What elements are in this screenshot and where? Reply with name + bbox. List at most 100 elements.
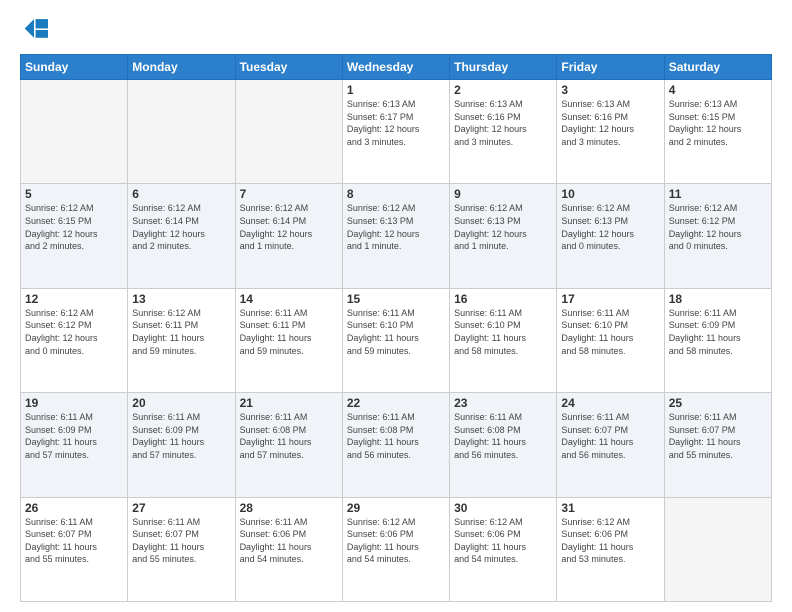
calendar-cell: [128, 80, 235, 184]
calendar-cell: 23Sunrise: 6:11 AM Sunset: 6:08 PM Dayli…: [450, 393, 557, 497]
day-info: Sunrise: 6:12 AM Sunset: 6:06 PM Dayligh…: [561, 516, 659, 566]
calendar-cell: 1Sunrise: 6:13 AM Sunset: 6:17 PM Daylig…: [342, 80, 449, 184]
day-info: Sunrise: 6:12 AM Sunset: 6:12 PM Dayligh…: [25, 307, 123, 357]
day-number: 24: [561, 396, 659, 410]
calendar-cell: 26Sunrise: 6:11 AM Sunset: 6:07 PM Dayli…: [21, 497, 128, 601]
day-number: 27: [132, 501, 230, 515]
week-row-1: 1Sunrise: 6:13 AM Sunset: 6:17 PM Daylig…: [21, 80, 772, 184]
day-number: 31: [561, 501, 659, 515]
calendar-cell: 27Sunrise: 6:11 AM Sunset: 6:07 PM Dayli…: [128, 497, 235, 601]
day-info: Sunrise: 6:11 AM Sunset: 6:09 PM Dayligh…: [669, 307, 767, 357]
calendar-cell: 18Sunrise: 6:11 AM Sunset: 6:09 PM Dayli…: [664, 288, 771, 392]
day-info: Sunrise: 6:12 AM Sunset: 6:11 PM Dayligh…: [132, 307, 230, 357]
day-number: 21: [240, 396, 338, 410]
day-info: Sunrise: 6:12 AM Sunset: 6:06 PM Dayligh…: [347, 516, 445, 566]
day-info: Sunrise: 6:13 AM Sunset: 6:16 PM Dayligh…: [561, 98, 659, 148]
weekday-header-sunday: Sunday: [21, 55, 128, 80]
day-info: Sunrise: 6:12 AM Sunset: 6:13 PM Dayligh…: [454, 202, 552, 252]
calendar-table: SundayMondayTuesdayWednesdayThursdayFrid…: [20, 54, 772, 602]
day-number: 30: [454, 501, 552, 515]
day-info: Sunrise: 6:12 AM Sunset: 6:13 PM Dayligh…: [561, 202, 659, 252]
calendar-cell: 4Sunrise: 6:13 AM Sunset: 6:15 PM Daylig…: [664, 80, 771, 184]
week-row-5: 26Sunrise: 6:11 AM Sunset: 6:07 PM Dayli…: [21, 497, 772, 601]
day-number: 4: [669, 83, 767, 97]
day-info: Sunrise: 6:11 AM Sunset: 6:08 PM Dayligh…: [347, 411, 445, 461]
week-row-2: 5Sunrise: 6:12 AM Sunset: 6:15 PM Daylig…: [21, 184, 772, 288]
calendar-cell: 6Sunrise: 6:12 AM Sunset: 6:14 PM Daylig…: [128, 184, 235, 288]
calendar-cell: 21Sunrise: 6:11 AM Sunset: 6:08 PM Dayli…: [235, 393, 342, 497]
logo-icon: [20, 16, 48, 44]
day-number: 8: [347, 187, 445, 201]
weekday-header-wednesday: Wednesday: [342, 55, 449, 80]
calendar-cell: 14Sunrise: 6:11 AM Sunset: 6:11 PM Dayli…: [235, 288, 342, 392]
weekday-header-tuesday: Tuesday: [235, 55, 342, 80]
day-info: Sunrise: 6:11 AM Sunset: 6:09 PM Dayligh…: [132, 411, 230, 461]
calendar-cell: 19Sunrise: 6:11 AM Sunset: 6:09 PM Dayli…: [21, 393, 128, 497]
calendar-cell: 31Sunrise: 6:12 AM Sunset: 6:06 PM Dayli…: [557, 497, 664, 601]
day-info: Sunrise: 6:12 AM Sunset: 6:14 PM Dayligh…: [240, 202, 338, 252]
day-info: Sunrise: 6:11 AM Sunset: 6:06 PM Dayligh…: [240, 516, 338, 566]
weekday-header-saturday: Saturday: [664, 55, 771, 80]
day-info: Sunrise: 6:11 AM Sunset: 6:09 PM Dayligh…: [25, 411, 123, 461]
day-number: 15: [347, 292, 445, 306]
page: SundayMondayTuesdayWednesdayThursdayFrid…: [0, 0, 792, 612]
calendar-cell: 24Sunrise: 6:11 AM Sunset: 6:07 PM Dayli…: [557, 393, 664, 497]
calendar-cell: 5Sunrise: 6:12 AM Sunset: 6:15 PM Daylig…: [21, 184, 128, 288]
day-info: Sunrise: 6:13 AM Sunset: 6:17 PM Dayligh…: [347, 98, 445, 148]
calendar-cell: 30Sunrise: 6:12 AM Sunset: 6:06 PM Dayli…: [450, 497, 557, 601]
weekday-header-monday: Monday: [128, 55, 235, 80]
day-number: 11: [669, 187, 767, 201]
day-info: Sunrise: 6:12 AM Sunset: 6:14 PM Dayligh…: [132, 202, 230, 252]
logo: [20, 16, 52, 44]
day-number: 29: [347, 501, 445, 515]
weekday-header-thursday: Thursday: [450, 55, 557, 80]
calendar-cell: 29Sunrise: 6:12 AM Sunset: 6:06 PM Dayli…: [342, 497, 449, 601]
day-info: Sunrise: 6:12 AM Sunset: 6:15 PM Dayligh…: [25, 202, 123, 252]
day-number: 13: [132, 292, 230, 306]
day-number: 1: [347, 83, 445, 97]
calendar-header: SundayMondayTuesdayWednesdayThursdayFrid…: [21, 55, 772, 80]
calendar-cell: 13Sunrise: 6:12 AM Sunset: 6:11 PM Dayli…: [128, 288, 235, 392]
calendar-cell: 9Sunrise: 6:12 AM Sunset: 6:13 PM Daylig…: [450, 184, 557, 288]
calendar-cell: 2Sunrise: 6:13 AM Sunset: 6:16 PM Daylig…: [450, 80, 557, 184]
weekday-header-friday: Friday: [557, 55, 664, 80]
calendar-cell: 17Sunrise: 6:11 AM Sunset: 6:10 PM Dayli…: [557, 288, 664, 392]
weekday-header-row: SundayMondayTuesdayWednesdayThursdayFrid…: [21, 55, 772, 80]
calendar-cell: 16Sunrise: 6:11 AM Sunset: 6:10 PM Dayli…: [450, 288, 557, 392]
calendar-cell: 20Sunrise: 6:11 AM Sunset: 6:09 PM Dayli…: [128, 393, 235, 497]
calendar-cell: 3Sunrise: 6:13 AM Sunset: 6:16 PM Daylig…: [557, 80, 664, 184]
day-number: 18: [669, 292, 767, 306]
calendar-cell: 15Sunrise: 6:11 AM Sunset: 6:10 PM Dayli…: [342, 288, 449, 392]
week-row-3: 12Sunrise: 6:12 AM Sunset: 6:12 PM Dayli…: [21, 288, 772, 392]
calendar-cell: 25Sunrise: 6:11 AM Sunset: 6:07 PM Dayli…: [664, 393, 771, 497]
day-number: 22: [347, 396, 445, 410]
day-number: 23: [454, 396, 552, 410]
calendar-cell: 28Sunrise: 6:11 AM Sunset: 6:06 PM Dayli…: [235, 497, 342, 601]
day-info: Sunrise: 6:11 AM Sunset: 6:10 PM Dayligh…: [561, 307, 659, 357]
day-number: 20: [132, 396, 230, 410]
day-info: Sunrise: 6:11 AM Sunset: 6:08 PM Dayligh…: [240, 411, 338, 461]
day-number: 12: [25, 292, 123, 306]
day-info: Sunrise: 6:11 AM Sunset: 6:11 PM Dayligh…: [240, 307, 338, 357]
day-number: 16: [454, 292, 552, 306]
day-number: 2: [454, 83, 552, 97]
day-number: 9: [454, 187, 552, 201]
calendar-cell: 12Sunrise: 6:12 AM Sunset: 6:12 PM Dayli…: [21, 288, 128, 392]
day-number: 14: [240, 292, 338, 306]
calendar-cell: [664, 497, 771, 601]
week-row-4: 19Sunrise: 6:11 AM Sunset: 6:09 PM Dayli…: [21, 393, 772, 497]
calendar-cell: 10Sunrise: 6:12 AM Sunset: 6:13 PM Dayli…: [557, 184, 664, 288]
day-number: 6: [132, 187, 230, 201]
day-info: Sunrise: 6:13 AM Sunset: 6:15 PM Dayligh…: [669, 98, 767, 148]
day-info: Sunrise: 6:13 AM Sunset: 6:16 PM Dayligh…: [454, 98, 552, 148]
day-info: Sunrise: 6:11 AM Sunset: 6:07 PM Dayligh…: [561, 411, 659, 461]
day-number: 7: [240, 187, 338, 201]
day-number: 10: [561, 187, 659, 201]
calendar-cell: [21, 80, 128, 184]
day-info: Sunrise: 6:11 AM Sunset: 6:10 PM Dayligh…: [454, 307, 552, 357]
day-number: 3: [561, 83, 659, 97]
header: [20, 16, 772, 44]
calendar-cell: 22Sunrise: 6:11 AM Sunset: 6:08 PM Dayli…: [342, 393, 449, 497]
day-info: Sunrise: 6:11 AM Sunset: 6:10 PM Dayligh…: [347, 307, 445, 357]
day-info: Sunrise: 6:12 AM Sunset: 6:12 PM Dayligh…: [669, 202, 767, 252]
